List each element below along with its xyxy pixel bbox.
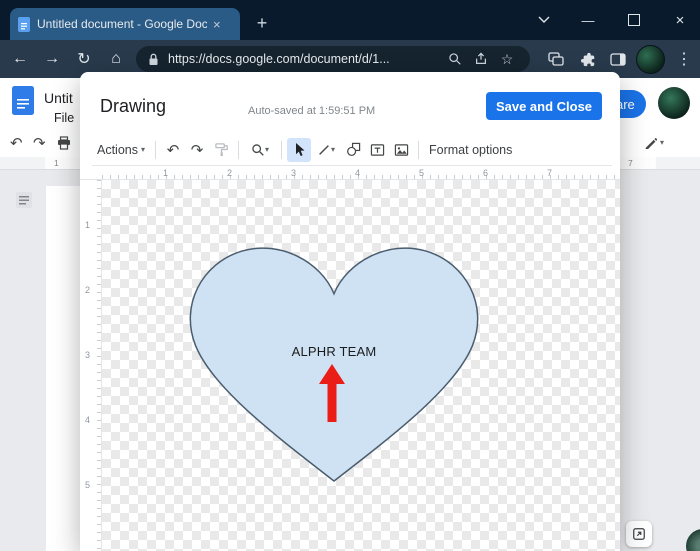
insert-image-tool-button[interactable]: [389, 138, 413, 162]
window-menu-chevron-icon[interactable]: [522, 0, 566, 40]
docs-logo-icon[interactable]: [12, 86, 35, 116]
ruler-number: 3: [291, 168, 296, 178]
toolbar-separator: [238, 141, 239, 159]
profile-avatar[interactable]: [636, 45, 665, 74]
heart-shape[interactable]: [174, 236, 494, 490]
docs-undo-icon[interactable]: ↶: [10, 134, 23, 152]
shape-tool-button[interactable]: [341, 138, 365, 162]
chevron-down-icon: ▾: [331, 145, 335, 154]
chevron-down-icon: ▾: [265, 145, 269, 154]
line-tool-button[interactable]: ▾: [311, 138, 341, 162]
redo-button[interactable]: ↷: [185, 138, 209, 162]
maximize-button[interactable]: [612, 0, 656, 40]
drawing-canvas[interactable]: ALPHR TEAM: [102, 180, 620, 551]
ruler-number: 4: [355, 168, 360, 178]
shapes-icon: [346, 142, 361, 157]
dialog-title: Drawing: [100, 96, 166, 117]
ruler-number: 1: [85, 220, 90, 230]
tab-title: Untitled document - Google Doc: [37, 17, 207, 31]
drawing-dialog: Drawing Auto-saved at 1:59:51 PM Save an…: [80, 72, 620, 551]
actions-label: Actions: [97, 143, 138, 157]
explore-button[interactable]: [626, 521, 652, 547]
image-icon: [394, 143, 409, 157]
undo-button[interactable]: ↶: [161, 138, 185, 162]
new-tab-button[interactable]: +: [250, 11, 274, 35]
docs-avatar[interactable]: [658, 87, 690, 119]
toolbar-separator: [155, 141, 156, 159]
toolbar-separator: [418, 141, 419, 159]
drawing-toolbar: Actions ▾ ↶ ↷ ▾ ▾: [92, 134, 612, 166]
browser-menu-icon[interactable]: ⋮: [670, 40, 698, 78]
ruler-number: 7: [547, 168, 552, 178]
ruler-vertical: 1 2 3 4 5: [80, 180, 102, 551]
save-and-close-button[interactable]: Save and Close: [486, 92, 602, 120]
zoom-tool-button[interactable]: ▾: [244, 138, 276, 162]
docs-print-icon[interactable]: [57, 136, 71, 150]
ruler-number: 6: [483, 168, 488, 178]
minimize-button[interactable]: —: [566, 0, 610, 40]
ruler-number: 4: [85, 415, 90, 425]
docs-redo-icon[interactable]: ↷: [33, 134, 46, 152]
close-window-button[interactable]: ×: [658, 0, 700, 40]
share-page-icon[interactable]: [468, 47, 494, 71]
lock-icon: [146, 47, 160, 71]
magnifier-icon: [251, 143, 265, 157]
tab-close-icon[interactable]: ×: [213, 18, 221, 31]
docs-page-edge: [46, 186, 80, 551]
maximize-icon: [628, 14, 640, 26]
autosave-status: Auto-saved at 1:59:51 PM: [248, 105, 375, 117]
back-button[interactable]: ←: [6, 40, 34, 78]
doc-title-partial[interactable]: Untit: [44, 90, 73, 106]
ruler-number: 5: [419, 168, 424, 178]
docs-ruler-right: [620, 157, 656, 169]
paint-format-button[interactable]: [209, 138, 233, 162]
pencil-icon: [644, 136, 657, 149]
actions-menu[interactable]: Actions ▾: [92, 138, 150, 162]
ruler-number: 1: [163, 168, 168, 178]
bookmark-star-icon[interactable]: ☆: [494, 47, 520, 71]
browser-window: Untitled document - Google Doc × + — × ←…: [0, 0, 700, 551]
ruler-horizontal: 1 2 3 4 5 6 7: [102, 168, 620, 180]
chevron-down-icon: ▾: [141, 145, 145, 154]
url-text: https://docs.google.com/document/d/1...: [168, 52, 442, 66]
select-tool-button[interactable]: [287, 138, 311, 162]
ruler-corner: [80, 168, 102, 180]
ruler-number: 3: [85, 350, 90, 360]
docs-ruler-number-right: 7: [628, 158, 633, 168]
format-options-button[interactable]: Format options: [424, 138, 517, 162]
format-options-label: Format options: [429, 143, 512, 157]
text-box-tool-button[interactable]: [365, 138, 389, 162]
titlebar: Untitled document - Google Doc × + — ×: [0, 0, 700, 40]
editing-mode-button[interactable]: ▾: [644, 132, 676, 152]
browser-tab[interactable]: Untitled document - Google Doc ×: [10, 8, 240, 40]
docs-favicon-icon: [18, 17, 30, 32]
docs-ruler-number-left: 1: [54, 158, 59, 168]
toolbar-separator: [281, 141, 282, 159]
zoom-page-icon[interactable]: [442, 47, 468, 71]
file-menu[interactable]: File: [54, 111, 74, 125]
ruler-number: 5: [85, 480, 90, 490]
cursor-icon: [292, 142, 306, 157]
arrow-shape[interactable]: [318, 364, 346, 422]
document-outline-icon[interactable]: [14, 190, 34, 210]
chevron-down-icon: ▾: [660, 138, 664, 147]
heart-label[interactable]: ALPHR TEAM: [254, 344, 414, 359]
ruler-number: 2: [227, 168, 232, 178]
forward-button[interactable]: →: [38, 40, 66, 78]
address-bar[interactable]: https://docs.google.com/document/d/1... …: [136, 46, 530, 72]
ruler-number: 2: [85, 285, 90, 295]
docs-ruler-left: [45, 157, 80, 169]
text-box-icon: [370, 143, 385, 157]
line-icon: [317, 143, 331, 157]
